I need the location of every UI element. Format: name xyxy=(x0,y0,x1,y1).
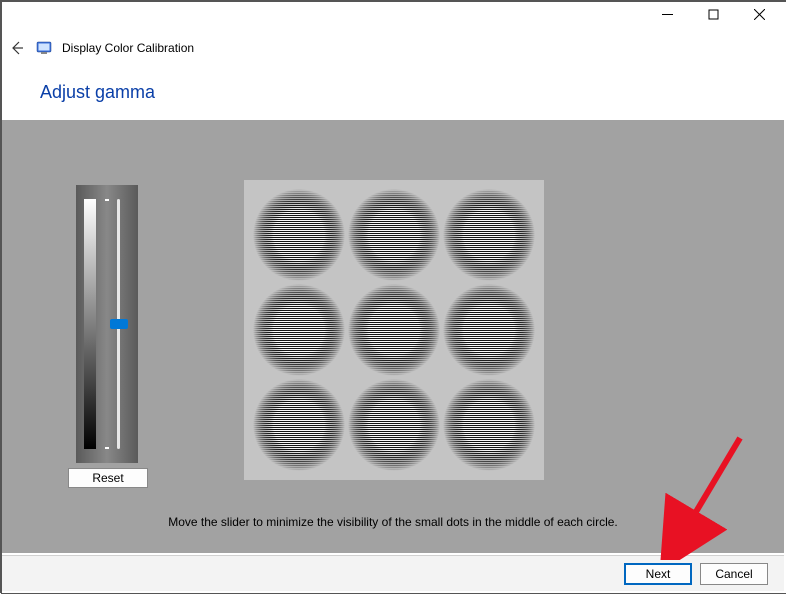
gamma-slider[interactable] xyxy=(76,185,138,463)
gamma-test-pattern xyxy=(244,180,544,480)
cancel-button[interactable]: Cancel xyxy=(700,563,768,585)
slider-tick-bottom xyxy=(105,447,109,449)
slider-thumb[interactable] xyxy=(110,319,128,329)
app-title: Display Color Calibration xyxy=(62,41,194,55)
maximize-button[interactable] xyxy=(690,0,736,28)
titlebar xyxy=(0,0,786,28)
reset-button[interactable]: Reset xyxy=(68,468,148,488)
slider-tick-top xyxy=(105,199,109,201)
header: Display Color Calibration xyxy=(8,36,778,60)
next-button[interactable]: Next xyxy=(624,563,692,585)
gradient-strip xyxy=(84,199,96,449)
main-panel: Reset xyxy=(2,120,784,553)
back-button[interactable] xyxy=(8,39,26,57)
footer: Next Cancel xyxy=(2,555,784,591)
instruction-text: Move the slider to minimize the visibili… xyxy=(2,515,784,529)
close-button[interactable] xyxy=(736,0,782,28)
page-heading: Adjust gamma xyxy=(40,82,155,103)
minimize-button[interactable] xyxy=(644,0,690,28)
app-icon xyxy=(36,40,52,56)
